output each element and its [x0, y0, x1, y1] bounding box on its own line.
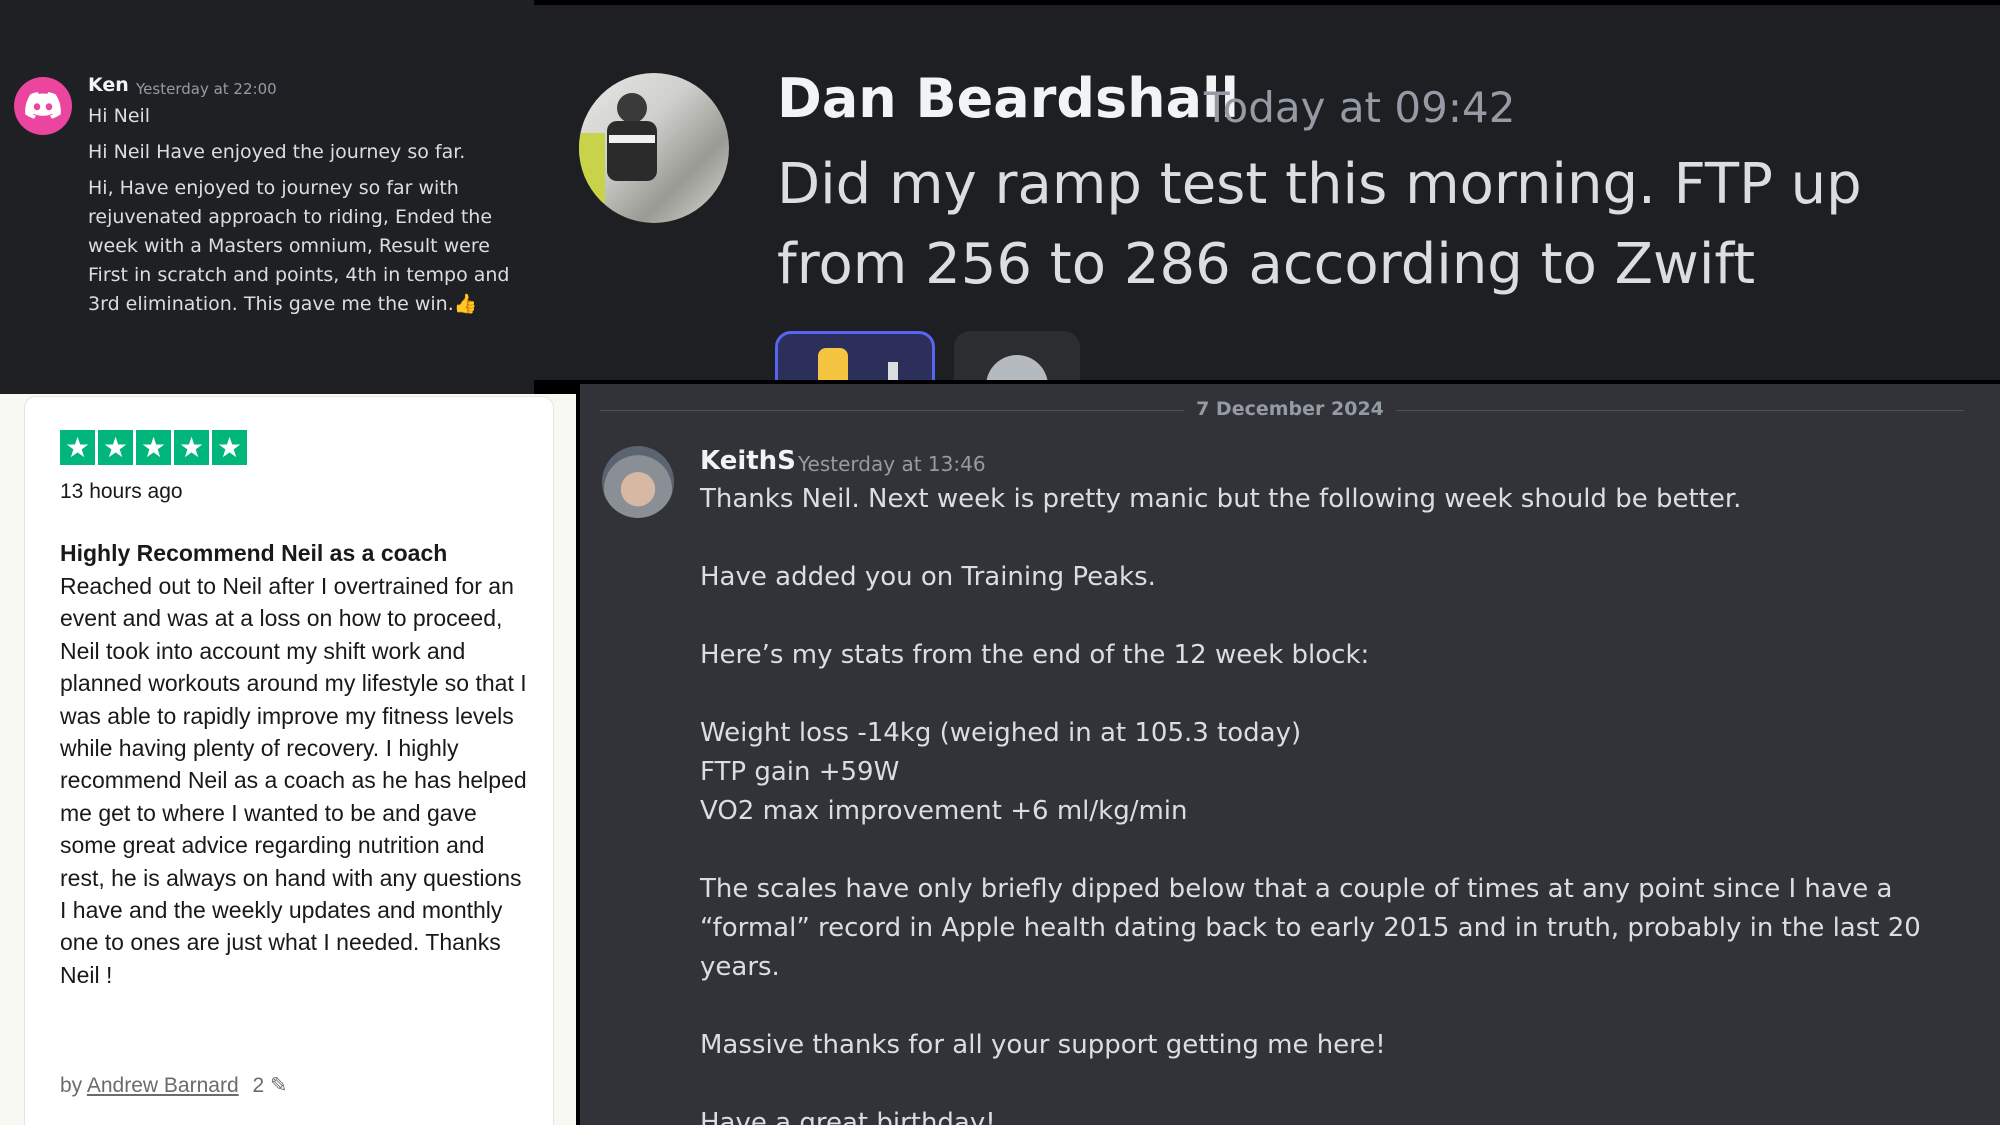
message-line: VO2 max improvement +6 ml/kg/min — [700, 796, 1188, 826]
message-line: Here’s my stats from the end of the 12 w… — [700, 640, 1370, 670]
review-time: 13 hours ago — [60, 480, 183, 503]
review-author-line: by Andrew Barnard 2 ✎ — [60, 1073, 288, 1098]
message-text: Hi Neil Have enjoyed the journey so far. — [88, 141, 466, 163]
star-icon: ★ — [98, 430, 133, 465]
message-line: The scales have only briefly dipped belo… — [700, 874, 1921, 982]
star-rating: ★ ★ ★ ★ ★ — [60, 430, 247, 465]
author-name[interactable]: Ken — [88, 74, 129, 96]
reaction-thumbs-up[interactable] — [775, 331, 935, 380]
review-body: Reached out to Neil after I overtrained … — [60, 573, 527, 988]
discord-message-keith: 7 December 2024 KeithS Yesterday at 13:4… — [576, 380, 2000, 1125]
message-line: Have a great birthday! — [700, 1108, 996, 1125]
message-timestamp: Yesterday at 22:00 — [136, 80, 277, 98]
message-timestamp: Yesterday at 13:46 — [798, 452, 986, 476]
message-body: Thanks Neil. Next week is pretty manic b… — [700, 480, 1960, 1125]
emoji-smile-icon — [986, 355, 1048, 380]
discord-logo-icon — [25, 92, 61, 119]
thumbs-up-icon — [818, 348, 848, 380]
pencil-icon: ✎ — [270, 1074, 288, 1097]
message-line: FTP gain +59W — [700, 757, 900, 787]
star-icon: ★ — [136, 430, 171, 465]
by-label: by — [60, 1074, 83, 1097]
message-line: Massive thanks for all your support gett… — [700, 1030, 1386, 1060]
avatar[interactable] — [579, 73, 729, 223]
add-reaction-button[interactable] — [954, 331, 1080, 380]
message-text: Hi, Have enjoyed to journey so far with … — [88, 177, 510, 315]
message-text: Did my ramp test this morning. FTP up fr… — [777, 152, 1862, 297]
date-divider: 7 December 2024 — [580, 398, 2000, 420]
author-name[interactable]: KeithS — [700, 446, 796, 476]
review-panel: ★ ★ ★ ★ ★ 13 hours ago Highly Recommend … — [0, 394, 576, 1125]
message-line: Thanks Neil. Next week is pretty manic b… — [700, 484, 1742, 514]
discord-avatar-icon[interactable] — [14, 77, 72, 135]
review-title: Highly Recommend Neil as a coach — [60, 540, 448, 566]
review-count: 2 — [252, 1074, 265, 1097]
message-line: Have added you on Training Peaks. — [700, 562, 1156, 592]
message-line: Weight loss -14kg (weighed in at 105.3 t… — [700, 718, 1302, 748]
avatar[interactable] — [602, 446, 674, 518]
star-icon: ★ — [174, 430, 209, 465]
author-link[interactable]: Andrew Barnard — [87, 1074, 239, 1097]
reaction-count-icon — [888, 362, 898, 380]
author-name[interactable]: Dan Beardshall — [777, 67, 1239, 130]
star-icon: ★ — [60, 430, 95, 465]
discord-message-dan: Dan Beardshall Today at 09:42 Did my ram… — [534, 0, 2000, 380]
date-divider-label: 7 December 2024 — [1184, 398, 1396, 420]
message-timestamp: Today at 09:42 — [1204, 83, 1516, 132]
star-icon: ★ — [212, 430, 247, 465]
discord-message-ken: Ken Yesterday at 22:00 Hi Neil Hi Neil H… — [0, 0, 534, 394]
message-text: Hi Neil — [88, 105, 151, 127]
